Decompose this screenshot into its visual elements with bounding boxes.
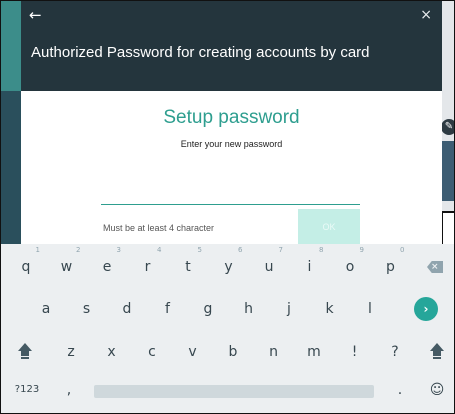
key-q[interactable]: q1 xyxy=(8,246,44,282)
key-a[interactable]: a xyxy=(28,294,64,324)
key-label: j xyxy=(287,301,291,317)
shift-right-icon[interactable] xyxy=(425,342,449,362)
key-r[interactable]: r4 xyxy=(130,246,166,282)
setup-password-heading: Setup password xyxy=(163,107,300,128)
key-question[interactable]: ? xyxy=(377,337,413,367)
key-label: a xyxy=(41,301,51,317)
key-label: z xyxy=(67,344,75,360)
key-number-hint: 3 xyxy=(116,246,121,254)
edit-icon[interactable]: ✎ xyxy=(441,119,454,135)
emoji-icon[interactable]: ☺ xyxy=(424,377,450,403)
key-label: t xyxy=(185,259,191,275)
key-b[interactable]: b xyxy=(215,337,251,367)
key-z[interactable]: z xyxy=(53,337,89,367)
key-j[interactable]: j xyxy=(271,294,307,324)
key-e[interactable]: e3 xyxy=(89,246,125,282)
key-u[interactable]: u7 xyxy=(251,246,287,282)
key-f[interactable]: f xyxy=(150,294,186,324)
key-label: g xyxy=(203,301,213,317)
backspace-icon[interactable]: × xyxy=(421,257,447,277)
key-label: m xyxy=(307,344,321,360)
soft-keyboard: q1w2e3r4t5y6u7i8o9p0 × asdfghjkl › zxcvb… xyxy=(1,244,454,413)
period-key[interactable]: . xyxy=(388,377,412,403)
key-n[interactable]: n xyxy=(256,337,292,367)
shift-left-icon[interactable] xyxy=(13,342,37,362)
key-number-hint: 8 xyxy=(319,246,324,254)
close-icon[interactable]: × xyxy=(420,6,432,24)
key-i[interactable]: i8 xyxy=(292,246,328,282)
background-strip-right-dark xyxy=(442,141,454,201)
key-label: r xyxy=(144,259,151,275)
key-number-hint: 5 xyxy=(197,246,202,254)
back-arrow-icon[interactable]: ← xyxy=(29,6,42,24)
key-label: n xyxy=(269,344,278,360)
dialog-header: ← × Authorized Password for creating acc… xyxy=(21,1,442,91)
screen: ✎ ← × Authorized Password for creating a… xyxy=(0,0,455,414)
space-bar[interactable] xyxy=(94,385,374,398)
key-v[interactable]: v xyxy=(175,337,211,367)
key-label: b xyxy=(228,344,238,360)
key-label: e xyxy=(102,259,112,275)
key-label: ? xyxy=(391,344,399,360)
key-o[interactable]: o9 xyxy=(332,246,368,282)
key-label: v xyxy=(188,344,197,360)
key-label: h xyxy=(244,301,253,317)
key-c[interactable]: c xyxy=(134,337,170,367)
password-hint: Must be at least 4 character xyxy=(103,223,215,233)
key-number-hint: 7 xyxy=(278,246,283,254)
key-w[interactable]: w2 xyxy=(49,246,85,282)
comma-key[interactable]: , xyxy=(57,377,81,403)
key-d[interactable]: d xyxy=(109,294,145,324)
key-y[interactable]: y6 xyxy=(211,246,247,282)
key-s[interactable]: s xyxy=(69,294,105,324)
key-label: f xyxy=(165,301,170,317)
key-label: w xyxy=(60,259,73,275)
key-number-hint: 6 xyxy=(238,246,243,254)
password-input[interactable] xyxy=(101,183,360,205)
key-label: p xyxy=(386,259,395,275)
key-number-hint: 2 xyxy=(76,246,81,254)
dialog-title: Authorized Password for creating account… xyxy=(31,44,370,61)
key-number-hint: 0 xyxy=(400,246,405,254)
background-strip-left-dark xyxy=(1,91,21,244)
key-g[interactable]: g xyxy=(190,294,226,324)
key-k[interactable]: k xyxy=(312,294,348,324)
key-label: s xyxy=(82,301,91,317)
key-number-hint: 9 xyxy=(359,246,364,254)
key-label: d xyxy=(122,301,132,317)
key-label: q xyxy=(21,259,31,275)
key-label: u xyxy=(264,259,274,275)
dialog-body: Setup password Enter your new password M… xyxy=(21,91,442,244)
key-x[interactable]: x xyxy=(94,337,130,367)
key-label: y xyxy=(224,259,233,275)
key-label: x xyxy=(107,344,116,360)
backspace-glyph: × xyxy=(431,262,439,272)
key-p[interactable]: p0 xyxy=(373,246,409,282)
symbols-key[interactable]: ?123 xyxy=(9,377,45,403)
key-label: l xyxy=(368,301,372,317)
ok-button[interactable]: OK xyxy=(298,209,360,244)
key-h[interactable]: h xyxy=(231,294,267,324)
key-number-hint: 1 xyxy=(35,246,40,254)
key-label: i xyxy=(307,259,312,275)
key-l[interactable]: l xyxy=(352,294,388,324)
setup-password-subtitle: Enter your new password xyxy=(180,139,283,149)
enter-icon[interactable]: › xyxy=(414,297,438,321)
key-number-hint: 4 xyxy=(157,246,162,254)
key-m[interactable]: m xyxy=(296,337,332,367)
key-label: c xyxy=(148,344,156,360)
key-label: ! xyxy=(351,344,358,360)
key-label: k xyxy=(325,301,334,317)
key-exclamation[interactable]: ! xyxy=(337,337,373,367)
key-label: o xyxy=(345,259,355,275)
key-t[interactable]: t5 xyxy=(170,246,206,282)
